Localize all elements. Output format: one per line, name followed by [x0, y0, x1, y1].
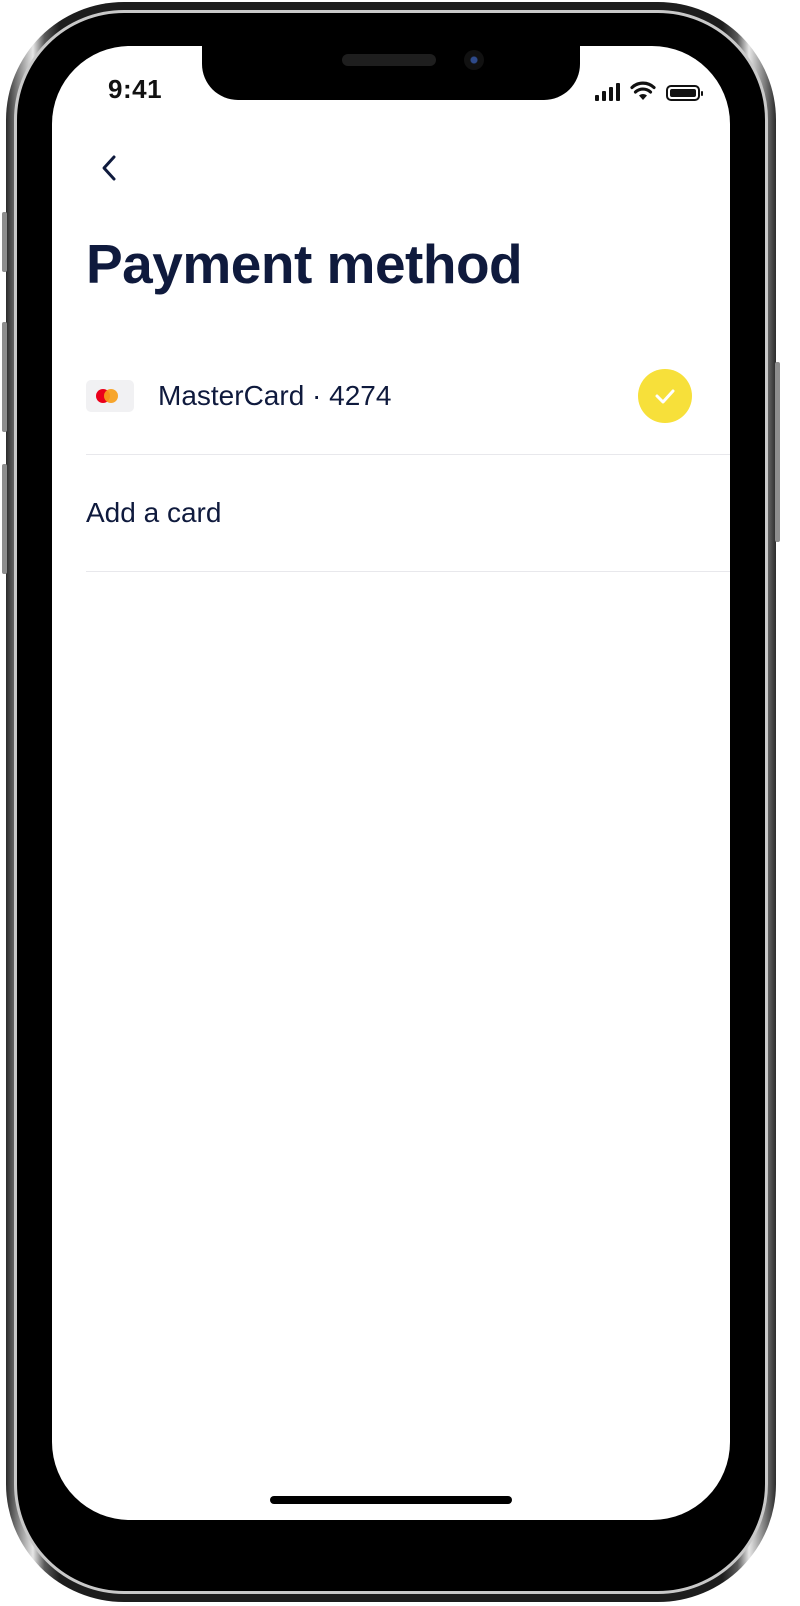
app-screen: 9:41 Payment method MasterCard · 4274 Ad…: [52, 46, 730, 1520]
payment-method-row[interactable]: MasterCard · 4274: [86, 338, 730, 455]
front-camera: [464, 50, 484, 70]
silent-switch: [2, 212, 7, 272]
chevron-left-icon: [102, 155, 116, 181]
status-time: 9:41: [108, 74, 163, 104]
speaker-grille: [342, 54, 436, 66]
status-icons: [595, 79, 703, 101]
page-title: Payment method: [86, 233, 523, 295]
notch: [202, 46, 580, 100]
card-label: MasterCard · 4274: [158, 380, 392, 411]
volume-down-button: [2, 464, 7, 574]
selected-indicator: [638, 369, 692, 423]
add-card-button[interactable]: Add a card: [86, 455, 730, 572]
wifi-icon: [630, 81, 656, 100]
home-indicator[interactable]: [270, 1496, 512, 1504]
mastercard-icon: [86, 380, 134, 412]
checkmark-icon: [655, 389, 675, 404]
volume-up-button: [2, 322, 7, 432]
battery-icon: [666, 85, 703, 101]
add-card-label: Add a card: [86, 497, 222, 528]
power-button: [775, 362, 780, 542]
signal-icon: [595, 83, 620, 101]
back-button[interactable]: [92, 150, 128, 186]
